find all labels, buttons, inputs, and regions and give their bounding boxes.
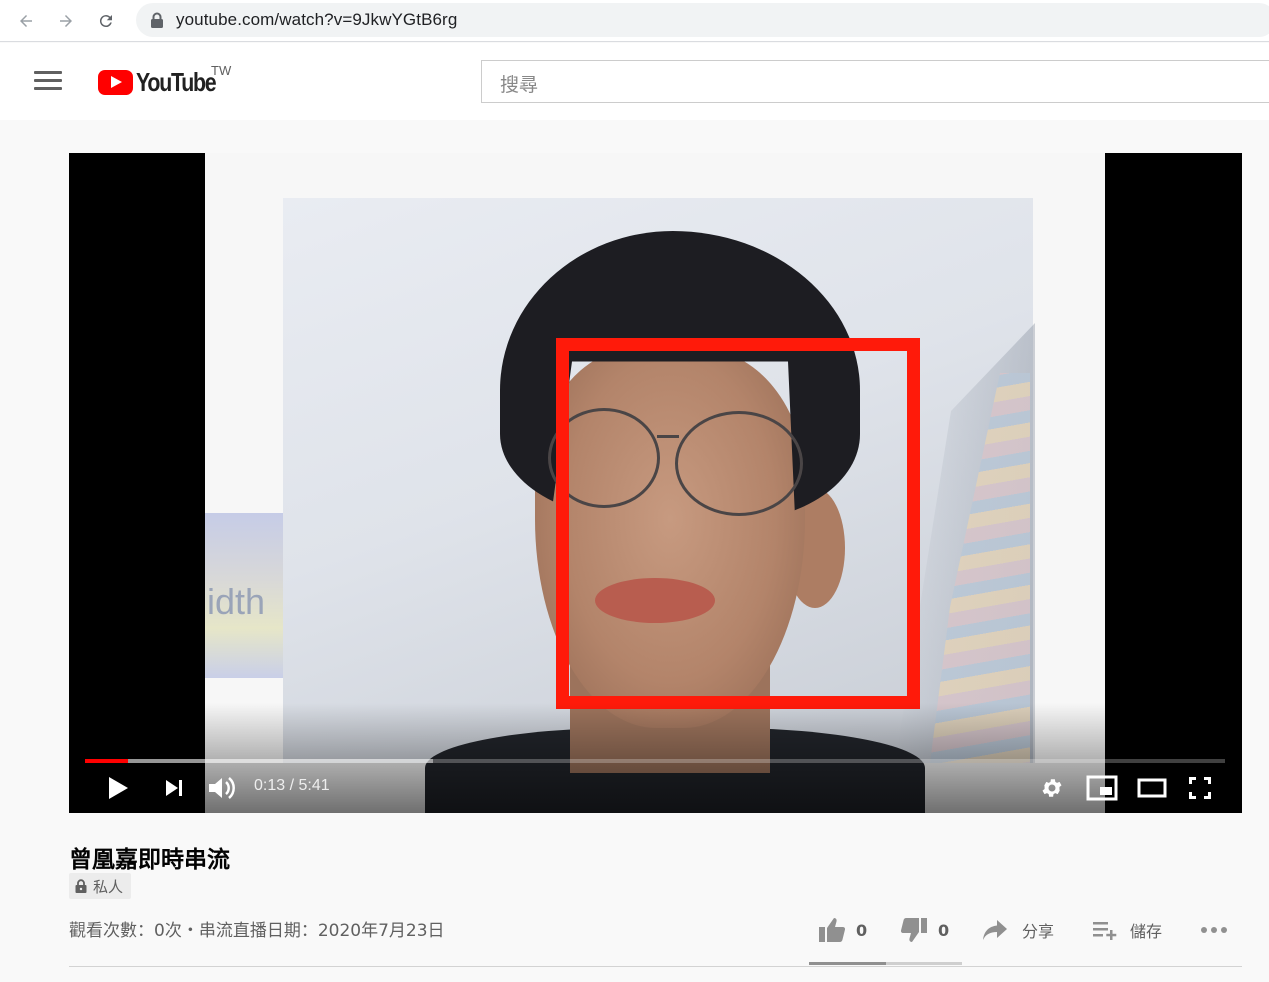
theater-mode-icon[interactable]	[1135, 773, 1169, 803]
share-label: 分享	[1022, 922, 1055, 941]
lock-icon	[75, 879, 87, 893]
menu-icon[interactable]	[34, 71, 62, 93]
volume-icon[interactable]	[205, 773, 239, 803]
divider	[69, 966, 1242, 967]
sentiment-bar	[809, 962, 962, 965]
thumbs-up-icon	[819, 918, 846, 942]
browser-toolbar: youtube.com/watch?v=9JkwYGtB6rg	[0, 0, 1269, 42]
region-code: TW	[211, 63, 232, 78]
search-placeholder: 搜尋	[500, 74, 539, 96]
share-icon	[983, 920, 1007, 940]
more-horizontal-icon	[1201, 927, 1227, 933]
logo-wordmark: YouTube	[136, 67, 217, 97]
video-title: 曾凰嘉即時串流	[69, 847, 230, 873]
miniplayer-icon[interactable]	[1085, 773, 1119, 803]
privacy-label: 私人	[93, 877, 124, 896]
more-actions-button[interactable]	[1200, 912, 1228, 948]
video-player[interactable]: idth 0:13 / 5:41	[69, 153, 1242, 813]
progress-buffered	[85, 759, 433, 763]
share-button[interactable]: 分享	[982, 912, 1054, 948]
forward-icon[interactable]	[52, 7, 80, 35]
lock-icon	[151, 12, 163, 28]
address-bar[interactable]: youtube.com/watch?v=9JkwYGtB6rg	[136, 3, 1269, 37]
face-detection-box	[556, 338, 920, 709]
fullscreen-icon[interactable]	[1185, 773, 1215, 803]
save-button[interactable]: 儲存	[1092, 912, 1162, 948]
thumbs-down-icon	[900, 918, 927, 942]
youtube-header: YouTube TW 搜尋	[0, 43, 1269, 120]
wall-poster: idth	[205, 513, 283, 678]
youtube-logo[interactable]: YouTube TW	[98, 63, 233, 98]
video-meta: 觀看次數：0次・串流直播日期：2020年7月23日	[69, 921, 445, 941]
progress-bar[interactable]	[85, 759, 1225, 763]
like-count: 0	[856, 920, 868, 940]
search-input[interactable]: 搜尋	[481, 60, 1269, 103]
dislike-button[interactable]: 0	[900, 912, 949, 948]
reload-icon[interactable]	[92, 7, 120, 35]
next-icon[interactable]	[159, 773, 189, 803]
like-button[interactable]: 0	[818, 912, 867, 948]
progress-played	[85, 759, 129, 763]
time-display: 0:13 / 5:41	[254, 777, 330, 794]
back-icon[interactable]	[12, 7, 40, 35]
settings-gear-icon[interactable]	[1037, 773, 1067, 803]
url-text: youtube.com/watch?v=9JkwYGtB6rg	[176, 10, 458, 29]
dislike-count: 0	[938, 920, 950, 940]
privacy-badge: 私人	[69, 873, 132, 899]
play-icon[interactable]	[103, 773, 133, 803]
playlist-add-icon	[1093, 922, 1117, 940]
save-label: 儲存	[1130, 922, 1163, 941]
youtube-play-icon	[98, 70, 133, 95]
